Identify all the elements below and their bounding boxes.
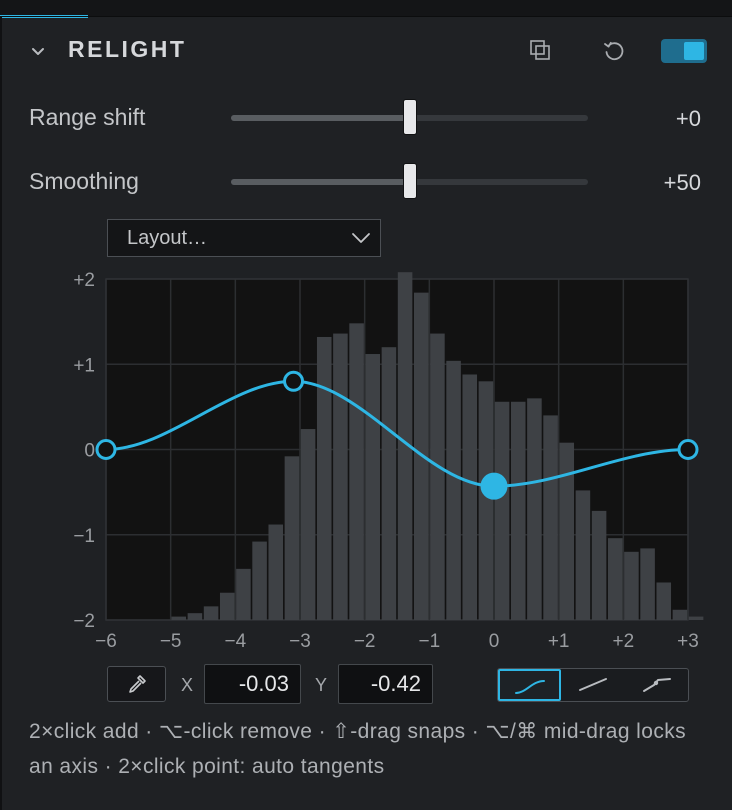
linear-icon xyxy=(579,678,607,691)
histogram-bar xyxy=(624,551,639,620)
x-tick-label: +3 xyxy=(677,631,699,652)
histogram-bar xyxy=(365,354,381,620)
histogram-bar xyxy=(607,538,623,620)
linear-mode-button[interactable] xyxy=(562,669,625,701)
top-tab-bar xyxy=(0,0,732,16)
histogram-bar xyxy=(171,616,187,620)
range-shift-value[interactable]: +0 xyxy=(676,106,701,132)
panel-header: RELIGHT xyxy=(0,20,732,80)
histogram-bar xyxy=(543,415,558,620)
x-tick-label: 0 xyxy=(489,631,500,652)
y-tick-label: −1 xyxy=(73,526,95,547)
layout-dropdown-value: Layout… xyxy=(127,227,208,249)
eyedropper-button[interactable] xyxy=(107,666,166,702)
histogram-bar xyxy=(236,568,251,620)
smoothing-slider[interactable] xyxy=(231,163,588,199)
histogram-bar xyxy=(333,333,348,620)
x-value-input[interactable] xyxy=(205,665,300,703)
histogram-bar xyxy=(672,609,688,620)
curve-point[interactable] xyxy=(677,439,699,460)
x-tick-label: −4 xyxy=(224,631,246,652)
y-tick-label: +1 xyxy=(73,355,95,376)
layout-dropdown[interactable]: Layout… xyxy=(107,219,381,257)
histogram-bar xyxy=(300,429,316,620)
chevron-down-icon[interactable] xyxy=(28,42,48,62)
y-tick-label: 0 xyxy=(84,441,95,462)
x-tick-label: −5 xyxy=(160,631,182,652)
eyedropper-icon xyxy=(129,675,146,693)
histogram-bar xyxy=(316,336,332,620)
x-tick-label: −6 xyxy=(95,631,117,652)
histogram-bar xyxy=(478,381,494,620)
enable-toggle[interactable] xyxy=(661,39,707,63)
copy-layers-icon[interactable] xyxy=(528,38,554,64)
histogram-bar xyxy=(446,360,461,620)
histogram-bar xyxy=(187,613,203,620)
range-shift-label: Range shift xyxy=(29,104,146,130)
histogram-bar xyxy=(219,592,235,620)
curve-point[interactable] xyxy=(283,370,305,392)
corner-icon xyxy=(643,678,671,692)
y-field-label: Y xyxy=(315,675,328,695)
toggle-knob xyxy=(684,42,704,60)
x-field-label: X xyxy=(181,675,194,695)
histogram-bar xyxy=(688,616,704,620)
divider xyxy=(0,16,732,17)
curve-editor-chart[interactable]: +2 +1 0 −1 −2 −6 −5 −4 −3 −2 −1 0 +1 +2 +3 xyxy=(0,260,732,660)
smoothing-value[interactable]: +50 xyxy=(664,170,701,196)
slider-thumb[interactable] xyxy=(402,99,417,135)
histogram-bar xyxy=(284,456,300,620)
histogram-bar xyxy=(575,490,591,620)
reset-icon[interactable] xyxy=(601,38,627,64)
histogram-bar xyxy=(268,524,284,620)
histogram-bar xyxy=(527,398,542,620)
slider-thumb[interactable] xyxy=(402,163,417,199)
histogram-bar xyxy=(349,323,364,620)
panel-title: RELIGHT xyxy=(68,36,187,62)
chevron-down-icon xyxy=(352,233,370,243)
x-tick-label: −3 xyxy=(289,631,311,652)
histogram-bar xyxy=(656,582,672,620)
histogram-bar xyxy=(381,347,397,620)
x-axis: −6 −5 −4 −3 −2 −1 0 +1 +2 +3 xyxy=(95,631,699,652)
histogram-bar xyxy=(510,401,526,620)
histogram-bar xyxy=(430,333,445,620)
x-value-field[interactable] xyxy=(204,664,301,704)
histogram-bar xyxy=(252,541,267,620)
y-tick-label: −2 xyxy=(73,611,95,632)
x-tick-label: +1 xyxy=(548,631,570,652)
range-shift-slider[interactable] xyxy=(231,99,588,135)
curve-point-selected[interactable] xyxy=(480,472,508,500)
y-value-field[interactable] xyxy=(338,664,433,704)
histogram-bar xyxy=(640,548,655,620)
histogram-bar xyxy=(462,374,478,620)
histogram-bar xyxy=(494,401,510,620)
x-tick-label: −1 xyxy=(418,631,440,652)
x-tick-label: −2 xyxy=(354,631,376,652)
corner-mode-button[interactable] xyxy=(626,669,689,701)
y-tick-label: +2 xyxy=(73,270,95,291)
smoothing-label: Smoothing xyxy=(29,168,139,194)
slider-fill xyxy=(231,115,410,121)
x-tick-label: +2 xyxy=(612,631,634,652)
histogram-bar xyxy=(559,442,575,620)
slider-fill xyxy=(231,179,410,185)
interpolation-mode-group xyxy=(497,668,689,702)
help-text: 2×click add · ⌥-click remove · ⇧-drag sn… xyxy=(29,720,687,778)
histogram-bar xyxy=(203,606,219,620)
smooth-curve-icon xyxy=(515,680,545,694)
smooth-mode-button[interactable] xyxy=(498,669,561,701)
curve-point[interactable] xyxy=(95,439,117,460)
y-axis: +2 +1 0 −1 −2 xyxy=(73,270,95,632)
y-value-input[interactable] xyxy=(339,665,432,703)
histogram-bar xyxy=(591,510,607,620)
